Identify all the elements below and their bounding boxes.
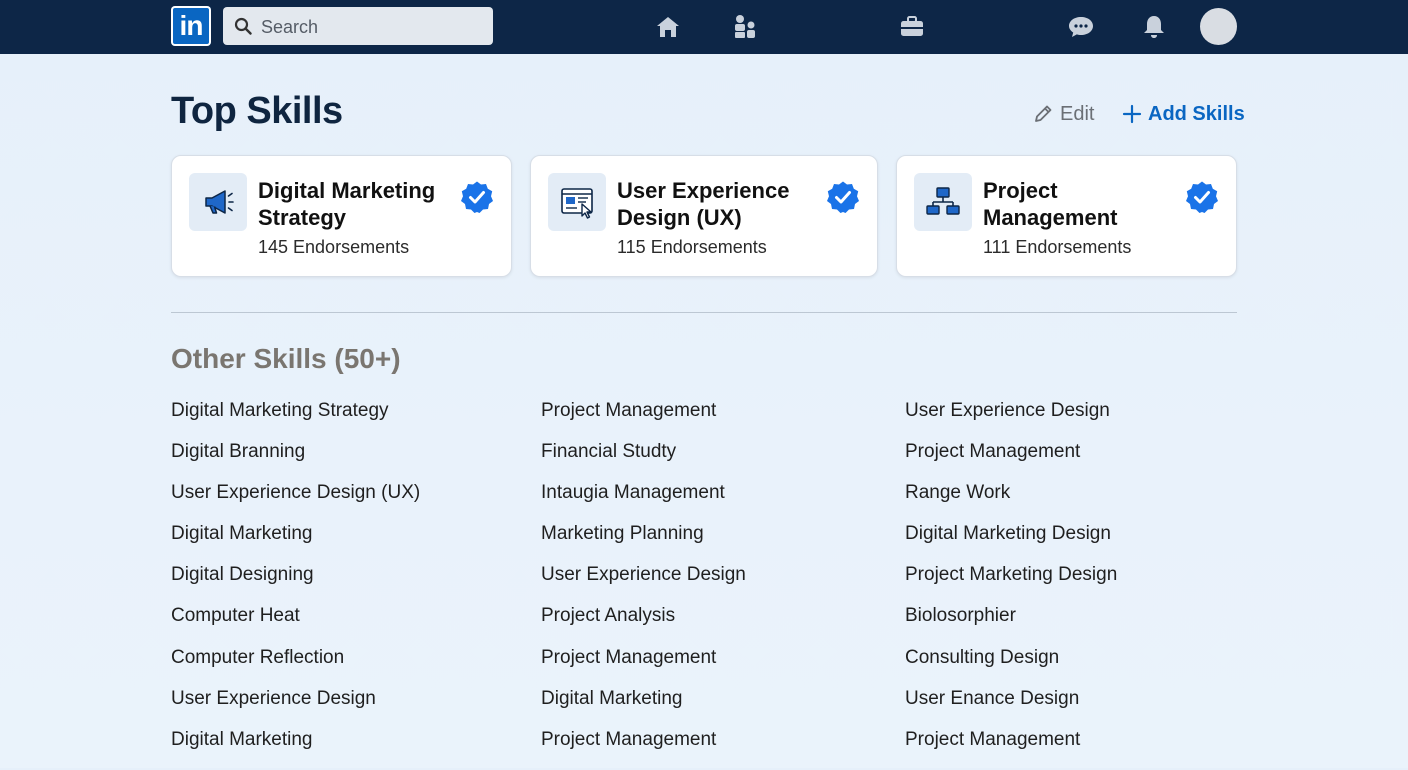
jobs-icon[interactable] (898, 13, 926, 41)
plus-icon (1122, 104, 1142, 124)
skill-item[interactable]: Range Work (905, 482, 1117, 523)
top-skill-card[interactable]: Digital Marketing Strategy 145 Endorseme… (171, 155, 512, 277)
skill-item[interactable]: Digital Designing (171, 564, 420, 605)
verified-badge-icon (461, 181, 493, 213)
add-skills-label: Add Skills (1148, 102, 1245, 125)
skill-item[interactable]: Biolosorphier (905, 605, 1117, 646)
home-icon[interactable] (654, 13, 682, 41)
skill-name: User Experience Design (UX) (617, 178, 790, 230)
search-icon (234, 17, 252, 35)
skill-item[interactable]: Digital Marketing (541, 688, 746, 729)
skill-item[interactable]: Project Marketing Design (905, 564, 1117, 605)
endorsement-count: 115 Endorsements (617, 237, 767, 257)
search-box[interactable] (223, 7, 493, 47)
skill-item[interactable]: Digital Marketing Strategy (171, 400, 420, 441)
skill-item[interactable]: User Experience Design (UX) (171, 482, 420, 523)
skill-item[interactable]: Digital Marketing Design (905, 523, 1117, 564)
edit-label: Edit (1060, 102, 1095, 125)
skill-item[interactable]: Digital Marketing (171, 523, 420, 564)
skill-item[interactable]: User Experience Design (541, 564, 746, 605)
verified-badge-icon (1186, 181, 1218, 213)
skill-item[interactable]: Computer Reflection (171, 647, 420, 688)
page-title: Top Skills (171, 90, 343, 132)
notifications-icon[interactable] (1140, 13, 1168, 41)
skills-column: User Experience Design Project Managemen… (905, 400, 1117, 770)
skill-item[interactable]: User Enance Design (905, 688, 1117, 729)
skill-item[interactable]: Digital Branning (171, 441, 420, 482)
skills-column: Digital Marketing Strategy Digital Brann… (171, 400, 420, 770)
skill-item[interactable]: Project Management (541, 647, 746, 688)
avatar[interactable] (1200, 8, 1237, 45)
skill-item[interactable]: Digital Marketing (171, 729, 420, 770)
skill-item[interactable]: Project Analysis (541, 605, 746, 646)
ux-window-icon (548, 173, 606, 231)
megaphone-icon (189, 173, 247, 231)
skill-item[interactable]: User Experience Design (905, 400, 1117, 441)
org-chart-icon (914, 173, 972, 231)
skill-item[interactable]: User Experience Design (171, 688, 420, 729)
search-input[interactable] (259, 7, 488, 47)
skill-item[interactable]: Consulting Design (905, 647, 1117, 688)
messaging-icon[interactable] (1067, 13, 1095, 41)
skill-item[interactable]: Computer Heat (171, 605, 420, 646)
section-divider (171, 312, 1237, 313)
skill-item[interactable]: Financial Studty (541, 441, 746, 482)
skill-item[interactable]: Marketing Planning (541, 523, 746, 564)
add-skills-button[interactable]: Add Skills (1122, 100, 1245, 128)
endorsement-count: 111 Endorsements (983, 237, 1132, 257)
skill-name: Digital Marketing Strategy (258, 178, 436, 230)
skill-item[interactable]: Intaugia Management (541, 482, 746, 523)
top-nav-bar: in (0, 0, 1408, 54)
skill-name: Project Management (983, 178, 1118, 230)
skill-item[interactable]: Project Management (541, 729, 746, 770)
skill-item[interactable]: Project Management (541, 400, 746, 441)
top-skill-card[interactable]: User Experience Design (UX) 115 Endorsem… (530, 155, 878, 277)
other-skills-title: Other Skills (50+) (171, 343, 401, 374)
my-network-icon[interactable] (731, 13, 759, 41)
skills-column: Project Management Financial Studty Inta… (541, 400, 746, 770)
skill-item[interactable]: Project Management (905, 441, 1117, 482)
verified-badge-icon (827, 181, 859, 213)
edit-button[interactable]: Edit (1032, 100, 1094, 128)
top-skill-card[interactable]: Project Management 111 Endorsements (896, 155, 1237, 277)
skill-item[interactable]: Project Management (905, 729, 1117, 770)
pencil-icon (1035, 105, 1052, 122)
linkedin-logo[interactable]: in (171, 6, 211, 46)
endorsement-count: 145 Endorsements (258, 237, 410, 257)
